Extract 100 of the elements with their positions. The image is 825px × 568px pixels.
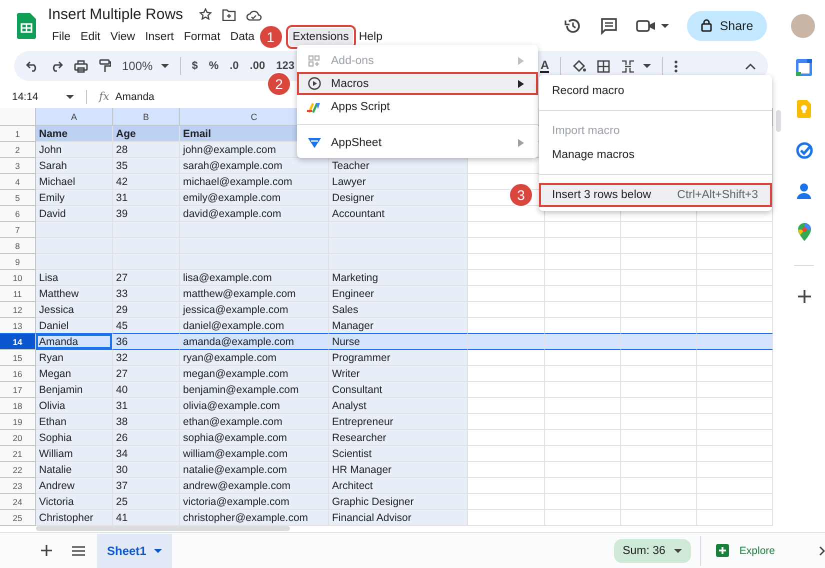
table-cell[interactable]: 31: [113, 190, 180, 206]
table-cell[interactable]: William: [36, 446, 113, 462]
table-cell[interactable]: [621, 462, 697, 478]
table-cell[interactable]: Lisa: [36, 270, 113, 286]
table-cell[interactable]: 26: [113, 430, 180, 446]
table-cell[interactable]: Victoria: [36, 494, 113, 510]
table-cell[interactable]: [621, 334, 697, 350]
table-cell[interactable]: John: [36, 142, 113, 158]
table-cell[interactable]: [545, 350, 621, 366]
select-all-corner[interactable]: [0, 108, 36, 126]
table-cell[interactable]: Teacher: [329, 158, 468, 174]
row-header[interactable]: 10: [0, 270, 36, 286]
table-cell[interactable]: olivia@example.com: [180, 398, 329, 414]
table-cell[interactable]: [621, 430, 697, 446]
table-cell[interactable]: [468, 334, 545, 350]
table-cell[interactable]: 37: [113, 478, 180, 494]
table-cell[interactable]: [621, 366, 697, 382]
table-cell[interactable]: william@example.com: [180, 446, 329, 462]
table-cell[interactable]: [697, 478, 773, 494]
menu-item[interactable]: Edit: [76, 28, 104, 46]
table-cell[interactable]: [697, 510, 773, 526]
table-cell[interactable]: [36, 238, 113, 254]
play-circle-icon[interactable]: [308, 77, 320, 90]
table-cell[interactable]: [621, 238, 697, 254]
menu-item[interactable]: Help: [354, 28, 386, 46]
table-cell[interactable]: [697, 286, 773, 302]
menu-item[interactable]: Insert 3 rows below Ctrl+Alt+Shift+3: [539, 183, 772, 207]
redo-icon[interactable]: [50, 60, 63, 72]
table-cell[interactable]: Jessica: [36, 302, 113, 318]
row-header[interactable]: 14: [0, 334, 36, 350]
table-cell[interactable]: 42: [113, 174, 180, 190]
table-cell[interactable]: Lawyer: [329, 174, 468, 190]
table-cell[interactable]: David: [36, 206, 113, 222]
row-header[interactable]: 5: [0, 190, 36, 206]
table-cell[interactable]: natalie@example.com: [180, 462, 329, 478]
table-cell[interactable]: 25: [113, 494, 180, 510]
row-header[interactable]: 23: [0, 478, 36, 494]
table-cell[interactable]: Matthew: [36, 286, 113, 302]
horizontal-scrollbar-icon[interactable]: [36, 526, 290, 531]
table-cell[interactable]: [468, 254, 545, 270]
row-header[interactable]: 20: [0, 430, 36, 446]
table-cell[interactable]: victoria@example.com: [180, 494, 329, 510]
table-cell[interactable]: [468, 350, 545, 366]
table-cell[interactable]: christopher@example.com: [180, 510, 329, 526]
row-header[interactable]: 19: [0, 414, 36, 430]
table-cell[interactable]: Olivia: [36, 398, 113, 414]
table-cell[interactable]: andrew@example.com: [180, 478, 329, 494]
history-icon[interactable]: [564, 16, 582, 34]
table-cell[interactable]: Writer: [329, 366, 468, 382]
avatar[interactable]: [791, 14, 815, 38]
table-cell[interactable]: [468, 414, 545, 430]
table-cell[interactable]: [545, 414, 621, 430]
table-cell[interactable]: michael@example.com: [180, 174, 329, 190]
table-cell[interactable]: [697, 414, 773, 430]
row-header[interactable]: 12: [0, 302, 36, 318]
table-cell[interactable]: [697, 254, 773, 270]
table-cell[interactable]: benjamin@example.com: [180, 382, 329, 398]
table-cell[interactable]: [621, 254, 697, 270]
table-cell[interactable]: Megan: [36, 366, 113, 382]
caret-icon[interactable]: [643, 63, 652, 69]
table-cell[interactable]: Marketing: [329, 270, 468, 286]
table-cell[interactable]: Benjamin: [36, 382, 113, 398]
table-cell[interactable]: Sarah: [36, 158, 113, 174]
table-cell[interactable]: Christopher: [36, 510, 113, 526]
row-header[interactable]: 24: [0, 494, 36, 510]
table-cell[interactable]: [697, 302, 773, 318]
table-cell[interactable]: daniel@example.com: [180, 318, 329, 334]
row-header[interactable]: 16: [0, 366, 36, 382]
menu-item[interactable]: Format: [180, 28, 224, 46]
explore-button[interactable]: Explore: [710, 543, 781, 558]
table-cell[interactable]: [697, 222, 773, 238]
document-title[interactable]: Insert Multiple Rows: [48, 6, 184, 23]
table-cell[interactable]: 30: [113, 462, 180, 478]
table-cell[interactable]: Michael: [36, 174, 113, 190]
tasks-icon[interactable]: [796, 142, 812, 159]
caret-icon[interactable]: [160, 63, 169, 69]
keep-icon[interactable]: [797, 100, 811, 118]
table-cell[interactable]: [329, 238, 468, 254]
table-cell[interactable]: megan@example.com: [180, 366, 329, 382]
table-cell[interactable]: 28: [113, 142, 180, 158]
table-cell[interactable]: [545, 430, 621, 446]
format-button[interactable]: .00: [250, 60, 266, 72]
table-cell[interactable]: Name: [36, 126, 113, 142]
name-box[interactable]: 14:14: [12, 90, 60, 102]
caret-icon[interactable]: [66, 94, 74, 100]
table-cell[interactable]: [621, 382, 697, 398]
table-cell[interactable]: Andrew: [36, 478, 113, 494]
table-cell[interactable]: Age: [113, 126, 180, 142]
table-cell[interactable]: [468, 270, 545, 286]
table-cell[interactable]: Researcher: [329, 430, 468, 446]
table-cell[interactable]: Nurse: [329, 334, 468, 350]
table-cell[interactable]: [468, 366, 545, 382]
calendar-icon[interactable]: [796, 59, 812, 76]
table-cell[interactable]: matthew@example.com: [180, 286, 329, 302]
row-header[interactable]: 2: [0, 142, 36, 158]
table-cell[interactable]: [545, 334, 621, 350]
table-cell[interactable]: [697, 382, 773, 398]
table-cell[interactable]: 27: [113, 270, 180, 286]
contacts-icon[interactable]: [797, 183, 811, 199]
table-cell[interactable]: Ethan: [36, 414, 113, 430]
